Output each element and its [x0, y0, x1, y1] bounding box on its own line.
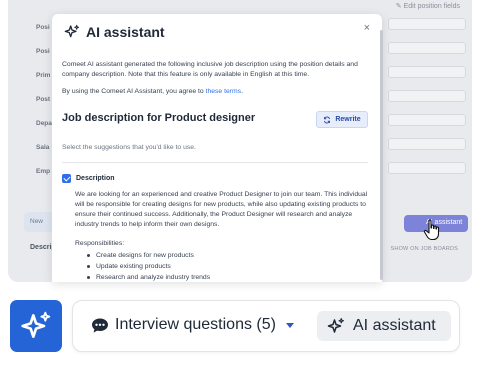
- intro-text: Comeet AI assistant generated the follow…: [62, 61, 358, 78]
- divider: [62, 162, 368, 163]
- description-suggestion[interactable]: Description: [62, 174, 115, 183]
- field-label: Depa: [36, 120, 52, 127]
- screen: ✎ Edit position fields Posi Posi Prim Po…: [0, 0, 500, 375]
- description-checkbox[interactable]: [62, 174, 71, 183]
- form-field[interactable]: [388, 138, 466, 150]
- job-description-heading: Job description for Product designer: [62, 112, 256, 124]
- field-label: Prim: [36, 72, 51, 79]
- refresh-icon: [324, 116, 331, 123]
- field-label: Sala: [36, 144, 50, 151]
- form-field[interactable]: [388, 114, 466, 126]
- form-field[interactable]: [388, 42, 466, 54]
- modal-title: AI assistant: [86, 24, 165, 40]
- rewrite-button[interactable]: Rewrite: [316, 111, 368, 128]
- ai-sparkle-tile: [10, 300, 62, 352]
- field-label: Posi: [36, 48, 50, 55]
- form-field[interactable]: [388, 18, 466, 30]
- list-item: Create designs for new products: [86, 250, 210, 261]
- hand-cursor-icon: [423, 219, 440, 241]
- terms-text: By using the Comeet AI Assistant, you ag…: [62, 88, 243, 95]
- list-item: Update existing products: [86, 261, 210, 272]
- ai-assistant-chip[interactable]: AI assistant: [317, 311, 451, 341]
- interview-questions-label: Interview questions (5): [115, 316, 276, 333]
- ai-assistant-modal: AI assistant × Comeet AI assistant gener…: [52, 14, 382, 282]
- responsibilities-label: Responsibilities:: [75, 240, 125, 247]
- ai-assistant-label: AI assistant: [353, 317, 436, 334]
- form-field[interactable]: [388, 66, 466, 78]
- field-label: Post: [36, 96, 51, 103]
- form-field[interactable]: [388, 162, 466, 174]
- sparkle-icon: [64, 24, 80, 38]
- description-label: Description: [76, 175, 115, 182]
- field-label: Posi: [36, 24, 50, 31]
- chat-bubble-icon: [92, 318, 108, 332]
- responsibilities-list: Create designs for new products Update e…: [86, 250, 210, 282]
- field-label: Emp: [36, 168, 51, 175]
- select-suggestions-text: Select the suggestions that you'd like t…: [62, 144, 196, 151]
- terms-link[interactable]: these terms: [206, 88, 242, 95]
- close-icon[interactable]: ×: [364, 22, 370, 34]
- description-body: We are looking for an experienced and cr…: [75, 191, 368, 228]
- list-item: Research and analyze industry trends: [86, 272, 210, 282]
- modal-scrollbar[interactable]: [380, 30, 383, 280]
- chevron-down-icon: [285, 322, 294, 328]
- interview-questions-dropdown[interactable]: Interview questions (5): [91, 316, 294, 334]
- feature-bar: Interview questions (5) AI assistant: [72, 300, 460, 352]
- show-on-job-boards-toggle[interactable]: SHOW ON JOB BOARDS: [391, 246, 458, 252]
- modal-header: AI assistant: [64, 24, 165, 40]
- sparkle-icon: [327, 317, 345, 333]
- form-field[interactable]: [388, 90, 466, 102]
- edit-position-fields-link[interactable]: ✎ Edit position fields: [396, 2, 460, 10]
- sparkle-icon: [21, 311, 51, 338]
